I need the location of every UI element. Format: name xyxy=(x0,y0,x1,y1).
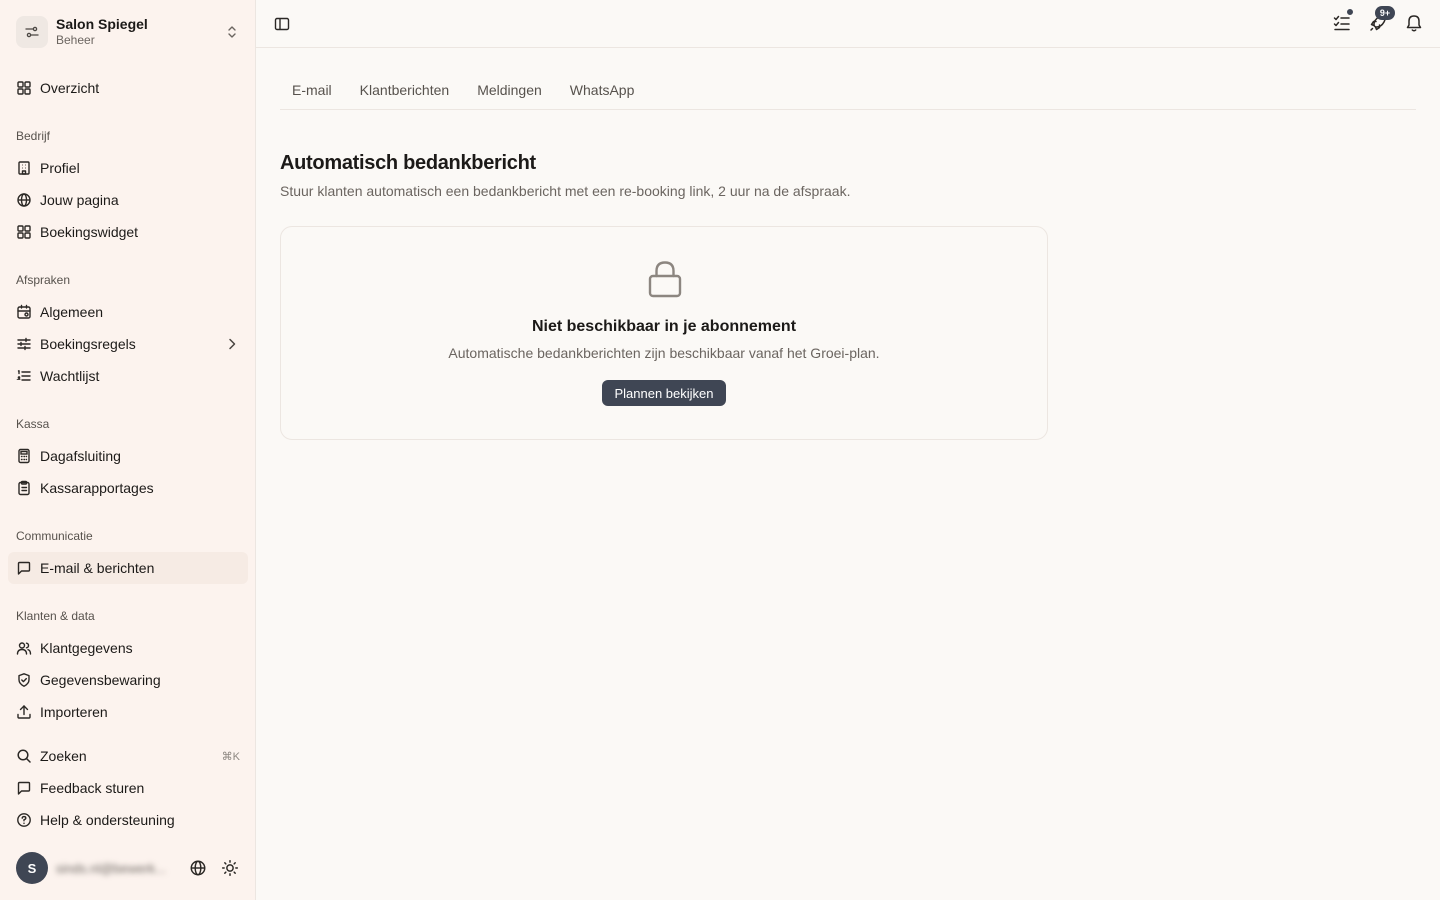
sidebar-toggle-icon[interactable] xyxy=(272,14,292,34)
sidebar: Salon Spiegel Beheer Overzicht Bedrijf P… xyxy=(0,0,256,900)
workspace-role: Beheer xyxy=(56,33,95,47)
sidebar-item-label: Gegevensbewaring xyxy=(40,672,161,688)
tasks-icon[interactable] xyxy=(1332,8,1354,33)
sidebar-item-help[interactable]: Help & ondersteuning xyxy=(8,804,248,836)
section-label-appointments: Afspraken xyxy=(16,273,71,287)
section-label-communication: Communicatie xyxy=(16,529,93,543)
globe-icon[interactable] xyxy=(188,858,208,878)
sidebar-item-search[interactable]: Zoeken ⌘K xyxy=(8,740,248,772)
search-icon xyxy=(16,748,32,764)
users-icon xyxy=(16,640,32,656)
sidebar-item-import[interactable]: Importeren xyxy=(8,696,248,728)
lock-icon xyxy=(645,259,685,299)
layout-grid-icon xyxy=(16,224,32,240)
sun-icon[interactable] xyxy=(220,858,240,878)
locked-description: Automatische bedankberichten zijn beschi… xyxy=(448,345,880,361)
sidebar-item-client-data[interactable]: Klantgegevens xyxy=(8,632,248,664)
sidebar-item-label: Jouw pagina xyxy=(40,192,119,208)
list-ordered-icon xyxy=(16,368,32,384)
chevron-right-icon xyxy=(224,336,240,352)
updates-badge: 9+ xyxy=(1375,6,1395,20)
upload-icon xyxy=(16,704,32,720)
sidebar-item-label: Overzicht xyxy=(40,80,100,96)
calculator-icon xyxy=(16,448,32,464)
sidebar-item-label: Wachtlijst xyxy=(40,368,100,384)
tab-email[interactable]: E-mail xyxy=(292,72,332,109)
page-description: Stuur klanten automatisch een bedankberi… xyxy=(280,183,851,199)
locked-feature-card: Niet beschikbaar in je abonnement Automa… xyxy=(280,226,1048,440)
chevrons-up-down-icon xyxy=(224,24,240,40)
section-label-clients: Klanten & data xyxy=(16,609,95,623)
user-menu[interactable]: S sinds.nl@bewerk... xyxy=(8,848,248,888)
sliders-icon xyxy=(16,336,32,352)
clipboard-list-icon xyxy=(16,480,32,496)
sidebar-item-label: Importeren xyxy=(40,704,108,720)
sidebar-item-feedback[interactable]: Feedback sturen xyxy=(8,772,248,804)
tab-bar: E-mail Klantberichten Meldingen WhatsApp xyxy=(280,72,1416,110)
message-square-icon xyxy=(16,780,32,796)
sidebar-item-your-page[interactable]: Jouw pagina xyxy=(8,184,248,216)
sidebar-item-label: Dagafsluiting xyxy=(40,448,121,464)
view-plans-button[interactable]: Plannen bekijken xyxy=(602,380,726,406)
sidebar-item-label: Feedback sturen xyxy=(40,780,145,796)
sidebar-item-label: Profiel xyxy=(40,160,80,176)
workspace-name: Salon Spiegel xyxy=(56,16,148,32)
sidebar-item-label: Zoeken xyxy=(40,748,87,764)
sidebar-item-general[interactable]: Algemeen xyxy=(8,296,248,328)
bell-icon[interactable] xyxy=(1404,13,1424,33)
rocket-icon[interactable]: 9+ xyxy=(1368,6,1395,33)
notification-dot xyxy=(1346,8,1354,16)
user-email: sinds.nl@bewerk... xyxy=(56,860,167,876)
sidebar-item-day-closing[interactable]: Dagafsluiting xyxy=(8,440,248,472)
tab-notifications[interactable]: Meldingen xyxy=(477,72,542,109)
sidebar-item-profile[interactable]: Profiel xyxy=(8,152,248,184)
sidebar-item-booking-rules[interactable]: Boekingsregels xyxy=(8,328,248,360)
topbar: 9+ xyxy=(256,0,1440,48)
sidebar-item-label: Klantgegevens xyxy=(40,640,133,656)
sidebar-item-waitlist[interactable]: Wachtlijst xyxy=(8,360,248,392)
page-title: Automatisch bedankbericht xyxy=(280,152,536,174)
sidebar-item-label: Boekingsregels xyxy=(40,336,136,352)
workspace-logo-icon xyxy=(16,16,48,48)
tab-whatsapp[interactable]: WhatsApp xyxy=(570,72,635,109)
section-label-register: Kassa xyxy=(16,417,50,431)
globe-icon xyxy=(16,192,32,208)
sidebar-item-booking-widget[interactable]: Boekingswidget xyxy=(8,216,248,248)
locked-title: Niet beschikbaar in je abonnement xyxy=(531,318,797,335)
search-shortcut: ⌘K xyxy=(221,750,240,763)
sidebar-item-label: E-mail & berichten xyxy=(40,560,155,576)
sidebar-item-label: Algemeen xyxy=(40,304,104,320)
sidebar-item-label: Help & ondersteuning xyxy=(40,812,175,828)
sidebar-item-register-reports[interactable]: Kassarapportages xyxy=(8,472,248,504)
avatar[interactable]: S xyxy=(16,852,48,884)
calendar-cog-icon xyxy=(16,304,32,320)
sidebar-item-label: Boekingswidget xyxy=(40,224,139,240)
shield-check-icon xyxy=(16,672,32,688)
help-circle-icon xyxy=(16,812,32,828)
building-icon xyxy=(16,160,32,176)
sidebar-item-label: Kassarapportages xyxy=(40,480,154,496)
section-label-company: Bedrijf xyxy=(16,129,51,143)
sidebar-item-data-retention[interactable]: Gegevensbewaring xyxy=(8,664,248,696)
layout-grid-icon xyxy=(16,80,32,96)
tab-client-messages[interactable]: Klantberichten xyxy=(360,72,450,109)
sidebar-item-overview[interactable]: Overzicht xyxy=(8,72,248,104)
workspace-switcher[interactable]: Salon Spiegel Beheer xyxy=(8,8,248,56)
sidebar-item-email-messages[interactable]: E-mail & berichten xyxy=(8,552,248,584)
message-square-icon xyxy=(16,560,32,576)
